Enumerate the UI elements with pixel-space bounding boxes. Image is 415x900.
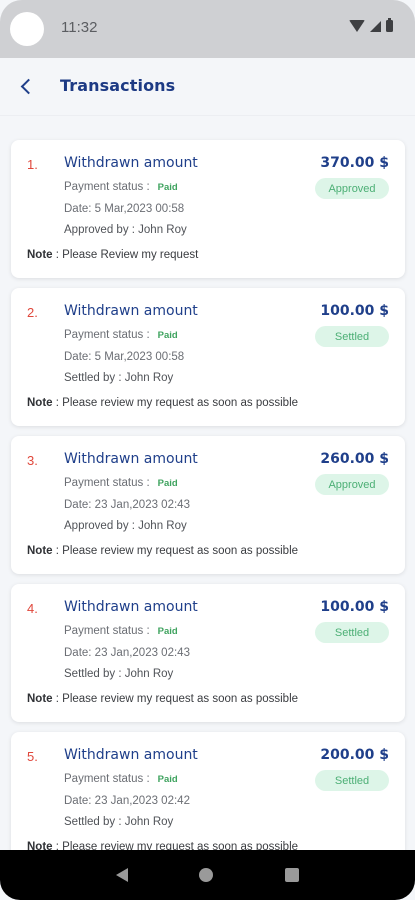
transaction-index: 1. [27,157,38,172]
payment-status-value: Paid [157,774,178,785]
transaction-index: 2. [27,305,38,320]
back-button[interactable] [12,72,40,100]
transactions-list[interactable]: 1. Withdrawn amount 370.00 $ Approved Pa… [0,128,415,850]
transaction-title: Withdrawn amount [64,747,198,763]
transaction-title: Withdrawn amount [64,303,198,319]
transaction-index: 3. [27,453,38,468]
transaction-card[interactable]: 1. Withdrawn amount 370.00 $ Approved Pa… [11,140,405,278]
camera-cutout [10,12,44,46]
note-label: Note [27,693,53,705]
transaction-title: Withdrawn amount [64,451,198,467]
app-header: Transactions [0,58,415,116]
payment-status-label: Payment status : [64,329,150,341]
note-label: Note [27,397,53,409]
transaction-index: 5. [27,749,38,764]
status-icons [349,18,393,32]
transaction-title: Withdrawn amount [64,599,198,615]
transaction-index: 4. [27,601,38,616]
status-bar: 11:32 [0,0,415,58]
payment-status-value: Paid [157,182,178,193]
transaction-amount: 100.00 $ [320,599,389,615]
transaction-approver: Approved by : John Roy [64,224,187,236]
system-nav-bar [0,850,415,900]
phone-screen: 11:32 Transactions 1. Withdrawn amount 3… [0,0,415,900]
transaction-amount: 260.00 $ [320,451,389,467]
transaction-approver: Approved by : John Roy [64,520,187,532]
payment-status-row: Payment status : Paid [64,625,178,637]
transaction-note: Note : Please review my request as soon … [27,841,298,850]
transaction-date: Date: 23 Jan,2023 02:42 [64,795,190,807]
wifi-icon [349,20,365,32]
note-text: : Please review my request as soon as po… [52,397,299,409]
transaction-approver: Settled by : John Roy [64,816,174,828]
note-label: Note [27,545,53,557]
chevron-left-icon [20,78,36,94]
transaction-card[interactable]: 4. Withdrawn amount 100.00 $ Settled Pay… [11,584,405,722]
transaction-date: Date: 23 Jan,2023 02:43 [64,647,190,659]
transaction-date: Date: 5 Mar,2023 00:58 [64,351,185,363]
status-badge: Settled [315,770,389,791]
note-text: : Please review my request as soon as po… [52,693,299,705]
transaction-card[interactable]: 2. Withdrawn amount 100.00 $ Settled Pay… [11,288,405,426]
transaction-amount: 200.00 $ [320,747,389,763]
circle-home-icon[interactable] [199,868,214,882]
transaction-card[interactable]: 5. Withdrawn amount 200.00 $ Settled Pay… [11,732,405,850]
payment-status-row: Payment status : Paid [64,477,178,489]
triangle-back-icon[interactable] [115,868,128,882]
signal-icon [370,20,381,32]
status-badge: Approved [315,474,389,495]
square-recent-icon[interactable] [285,868,300,882]
payment-status-value: Paid [157,626,178,637]
payment-status-label: Payment status : [64,773,150,785]
page-title: Transactions [60,76,176,95]
transaction-note: Note : Please review my request as soon … [27,693,298,705]
payment-status-row: Payment status : Paid [64,329,178,341]
battery-icon [386,18,393,32]
payment-status-label: Payment status : [64,477,150,489]
status-badge: Settled [315,326,389,347]
transaction-approver: Settled by : John Roy [64,372,174,384]
payment-status-value: Paid [157,478,178,489]
status-badge: Settled [315,622,389,643]
payment-status-row: Payment status : Paid [64,181,178,193]
payment-status-label: Payment status : [64,625,150,637]
payment-status-label: Payment status : [64,181,150,193]
transaction-note: Note : Please review my request as soon … [27,545,298,557]
transaction-amount: 100.00 $ [320,303,389,319]
note-label: Note [27,841,53,850]
transaction-approver: Settled by : John Roy [64,668,174,680]
transaction-note: Note : Please Review my request [27,249,198,261]
note-text: : Please Review my request [52,249,199,261]
transaction-date: Date: 23 Jan,2023 02:43 [64,499,190,511]
transaction-amount: 370.00 $ [320,155,389,171]
transaction-date: Date: 5 Mar,2023 00:58 [64,203,185,215]
note-text: : Please review my request as soon as po… [52,841,299,850]
note-label: Note [27,249,53,261]
status-time: 11:32 [61,19,98,36]
note-text: : Please review my request as soon as po… [52,545,299,557]
transaction-card[interactable]: 3. Withdrawn amount 260.00 $ Approved Pa… [11,436,405,574]
payment-status-row: Payment status : Paid [64,773,178,785]
transaction-title: Withdrawn amount [64,155,198,171]
payment-status-value: Paid [157,330,178,341]
status-badge: Approved [315,178,389,199]
transaction-note: Note : Please review my request as soon … [27,397,298,409]
